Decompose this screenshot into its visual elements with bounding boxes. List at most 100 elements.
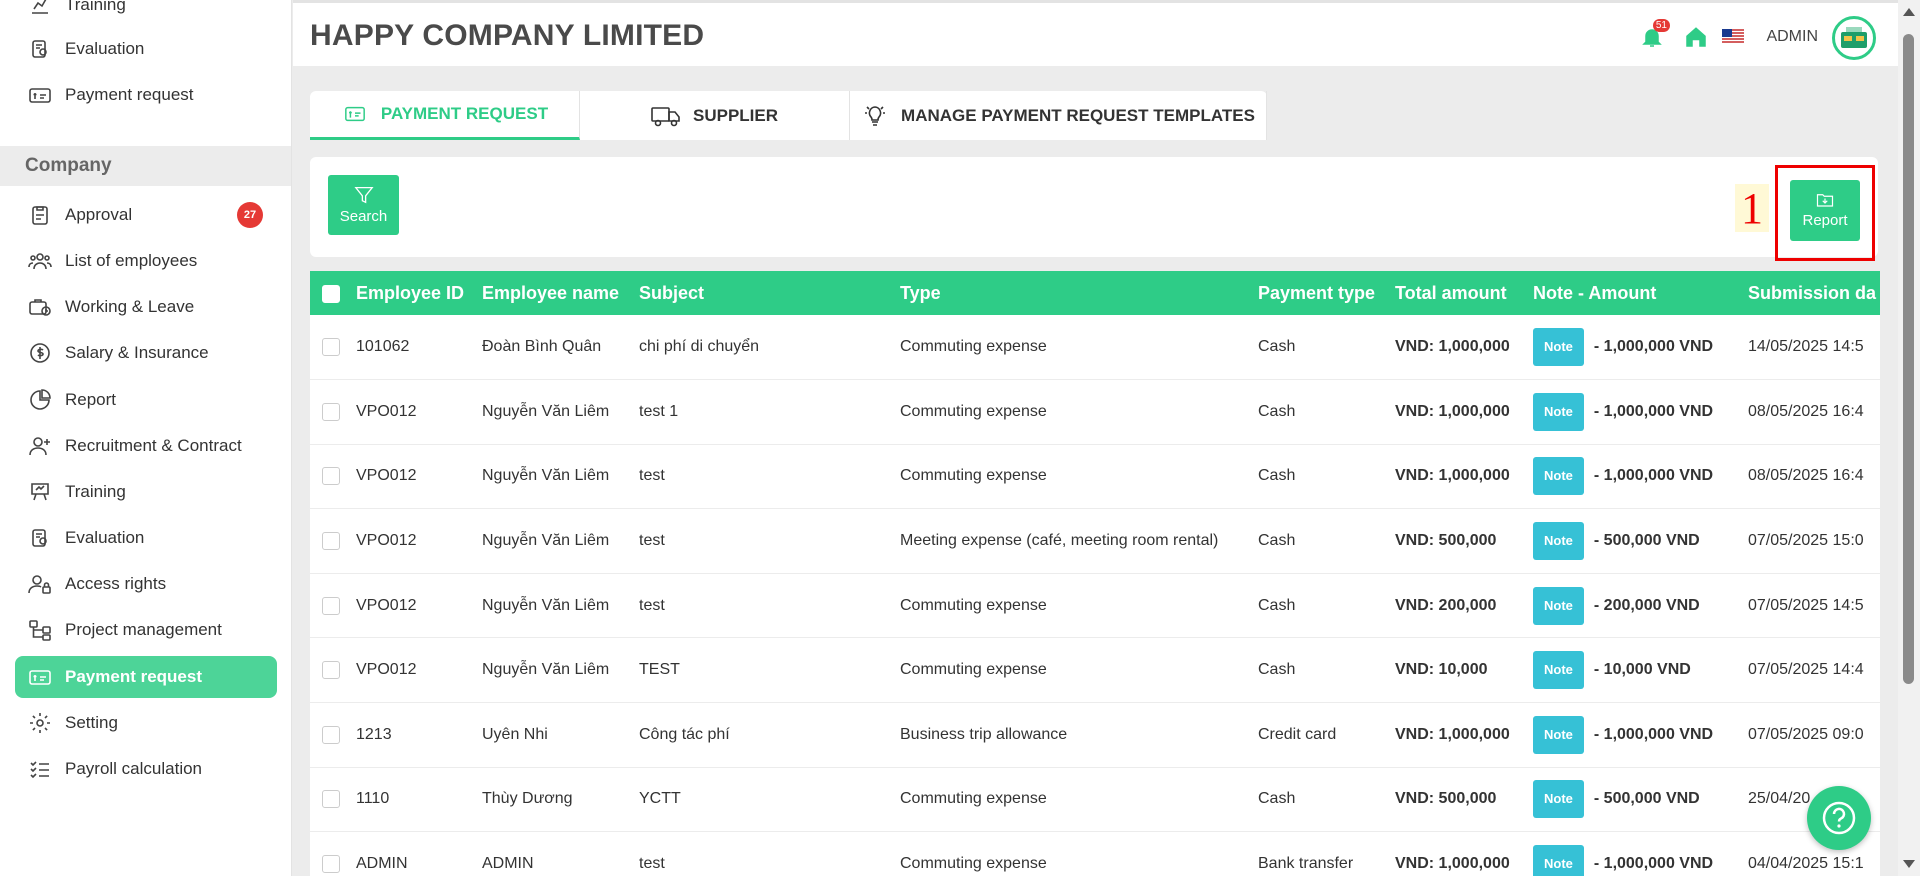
table-row[interactable]: ADMIN ADMIN test Commuting expense Bank tran…: [310, 831, 1880, 876]
question-icon: [1822, 801, 1856, 835]
column-header[interactable]: Note - Amount: [1527, 271, 1742, 315]
payment-request-icon: [27, 82, 53, 108]
sidebar-item-report[interactable]: Report: [15, 379, 277, 421]
sidebar-item-label: Payment request: [65, 85, 194, 104]
folder-download-icon: [1816, 194, 1834, 207]
row-checkbox[interactable]: [322, 854, 340, 873]
sidebar-item-payroll-calculation[interactable]: Payroll calculation: [15, 748, 277, 790]
lightbulb-icon: [861, 104, 889, 128]
note-button[interactable]: Note: [1533, 328, 1584, 367]
row-select-cell: [310, 573, 350, 639]
row-checkbox[interactable]: [322, 531, 340, 550]
home-icon[interactable]: [1682, 23, 1710, 51]
note-button[interactable]: Note: [1533, 522, 1584, 561]
note-button[interactable]: Note: [1533, 715, 1584, 754]
note-amount: - 500,000 VND: [1593, 532, 1700, 550]
sidebar-item-label: Evaluation: [65, 528, 145, 547]
sidebar-item-project-management[interactable]: Project management: [15, 609, 277, 651]
column-header[interactable]: Payment type: [1252, 271, 1389, 315]
column-header[interactable]: Subject: [633, 271, 894, 315]
cell-type: Commuting expense: [894, 444, 1252, 510]
search-button[interactable]: Search: [328, 175, 399, 235]
note-button[interactable]: Note: [1533, 586, 1584, 625]
column-header[interactable]: Employee ID: [350, 271, 476, 315]
sidebar-item-payment-request-top[interactable]: Payment request: [15, 74, 277, 116]
avatar[interactable]: [1832, 16, 1876, 60]
sidebar-item-training[interactable]: Training: [15, 471, 277, 513]
row-select-cell: [310, 702, 350, 768]
row-checkbox[interactable]: [322, 467, 340, 486]
cell-id: 1110: [350, 767, 476, 833]
cell-id: VPO012: [350, 573, 476, 639]
help-button[interactable]: [1807, 786, 1871, 850]
scroll-down-arrow[interactable]: [1903, 860, 1915, 868]
note-amount: - 1,000,000 VND: [1593, 725, 1714, 743]
note-button[interactable]: Note: [1533, 651, 1584, 690]
row-select-cell: [310, 831, 350, 876]
cell-payment: Cash: [1252, 379, 1389, 445]
select-all-checkbox[interactable]: [322, 284, 340, 303]
sidebar-item-recruitment-contract[interactable]: Recruitment & Contract: [15, 425, 277, 467]
sidebar-item-payment-request[interactable]: Payment request: [15, 656, 277, 698]
checklist-icon: [27, 756, 53, 782]
scrollbar-thumb[interactable]: [1903, 34, 1914, 684]
tab-payment-request[interactable]: PAYMENT REQUEST: [310, 91, 580, 140]
cell-type: Commuting expense: [894, 767, 1252, 833]
row-checkbox[interactable]: [322, 596, 340, 615]
row-select-cell: [310, 637, 350, 704]
table-row[interactable]: VPO012 Nguyễn Văn Liêm test 1 Commuting exp…: [310, 379, 1880, 445]
scroll-up-arrow[interactable]: [1903, 8, 1915, 16]
sidebar-item-salary-insurance[interactable]: Salary & Insurance: [15, 332, 277, 374]
table-header-row: Employee ID Employee name Subject Type P…: [310, 271, 1880, 315]
cell-total: VND: 1,000,000: [1389, 702, 1527, 768]
sidebar-item-evaluation-top[interactable]: Evaluation: [15, 28, 277, 70]
table-row[interactable]: VPO012 Nguyễn Văn Liêm TEST Commuting expen…: [310, 637, 1880, 704]
row-checkbox[interactable]: [322, 337, 340, 356]
sidebar-item-evaluation[interactable]: Evaluation: [15, 517, 277, 559]
vertical-scrollbar[interactable]: [1898, 0, 1920, 876]
table-row[interactable]: 1213 Uyên Nhi Công tác phí Business trip al…: [310, 702, 1880, 768]
briefcase-clock-icon: [27, 294, 53, 320]
cell-id: VPO012: [350, 637, 476, 704]
report-button[interactable]: Report: [1790, 180, 1860, 241]
note-button[interactable]: Note: [1533, 457, 1584, 496]
tab-manage-templates[interactable]: MANAGE PAYMENT REQUEST TEMPLATES: [850, 91, 1267, 140]
sidebar-item-training-top[interactable]: Training: [15, 0, 277, 26]
column-header[interactable]: Employee name: [476, 271, 633, 315]
sidebar-item-working-leave[interactable]: Working & Leave: [15, 286, 277, 328]
cell-note-amount: Note - 500,000 VND: [1527, 508, 1742, 574]
cell-payment: Cash: [1252, 637, 1389, 704]
row-checkbox[interactable]: [322, 790, 340, 809]
tab-supplier[interactable]: SUPPLIER: [580, 91, 850, 140]
table-row[interactable]: VPO012 Nguyễn Văn Liêm test Commuting expen…: [310, 573, 1880, 639]
table-row[interactable]: 101062 Đoàn Bình Quân chi phí di chuyển Com…: [310, 315, 1880, 381]
table-row[interactable]: VPO012 Nguyễn Văn Liêm test Commuting expen…: [310, 444, 1880, 510]
notification-bell-icon[interactable]: 51: [1638, 19, 1670, 51]
column-header[interactable]: Type: [894, 271, 1252, 315]
table-row[interactable]: VPO012 Nguyễn Văn Liêm test Meeting expense…: [310, 508, 1880, 574]
note-button[interactable]: Note: [1533, 392, 1584, 431]
sidebar-item-access-rights[interactable]: Access rights: [15, 563, 277, 605]
table-row[interactable]: 1110 Thùy Dương YCTT Commuting expense Cash V…: [310, 767, 1880, 833]
column-header[interactable]: Submission da: [1742, 271, 1880, 315]
us-flag-icon[interactable]: [1719, 23, 1747, 51]
sidebar-item-approval[interactable]: Approval 27: [15, 194, 277, 236]
sidebar-item-setting[interactable]: Setting: [15, 702, 277, 744]
note-button[interactable]: Note: [1533, 780, 1584, 819]
row-checkbox[interactable]: [322, 661, 340, 680]
column-header[interactable]: Total amount: [1389, 271, 1527, 315]
sidebar-item-list-of-employees[interactable]: List of employees: [15, 240, 277, 282]
notification-count-badge: 51: [1652, 19, 1670, 32]
row-checkbox[interactable]: [322, 402, 340, 421]
user-label[interactable]: ADMIN: [1766, 28, 1818, 46]
row-select-cell: [310, 508, 350, 574]
cell-total: VND: 1,000,000: [1389, 831, 1527, 876]
evaluation-icon: [27, 525, 53, 551]
note-button[interactable]: Note: [1533, 845, 1584, 876]
cell-date: 07/05/2025 09:0: [1742, 702, 1880, 768]
cell-subject: test: [633, 573, 894, 639]
cell-subject: chi phí di chuyển: [633, 315, 894, 381]
cell-name: Nguyễn Văn Liêm: [476, 444, 633, 510]
cell-payment: Bank transfer: [1252, 831, 1389, 876]
row-checkbox[interactable]: [322, 725, 340, 744]
